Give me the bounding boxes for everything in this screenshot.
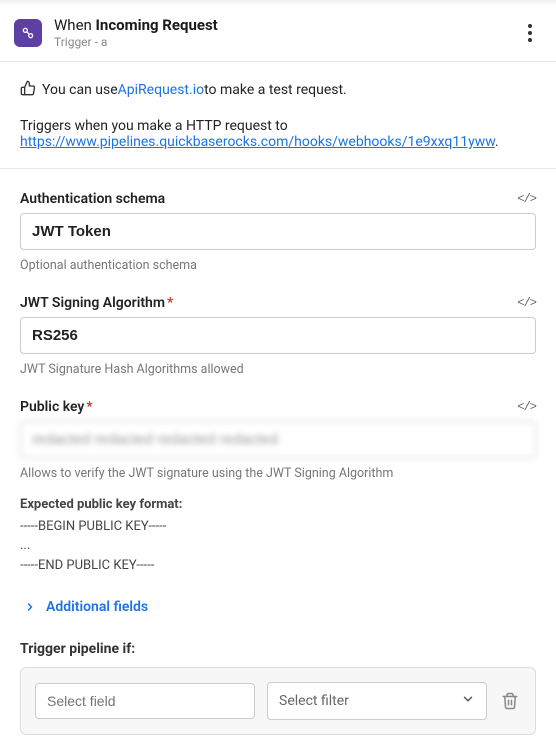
- intro-text-pre: You can use: [42, 82, 118, 98]
- code-toggle-icon[interactable]: </>: [517, 400, 536, 414]
- more-menu-button[interactable]: [518, 20, 542, 46]
- auth-schema-help: Optional authentication schema: [20, 258, 536, 273]
- delete-condition-button[interactable]: [499, 690, 521, 712]
- webhook-icon: [14, 19, 42, 47]
- thumbs-up-icon: [20, 80, 36, 100]
- intro-section: You can use ApiRequest.io to make a test…: [0, 62, 556, 169]
- step-subtitle: Trigger - a: [54, 35, 518, 49]
- jwt-algo-help: JWT Signature Hash Algorithms allowed: [20, 362, 536, 377]
- condition-row: Select filter: [20, 667, 536, 735]
- intro-text-post: to make a test request.: [204, 82, 347, 98]
- trigger-description: Triggers when you make a HTTP request to: [20, 118, 288, 134]
- step-header: When Incoming Request Trigger - a: [0, 6, 556, 62]
- public-key-label: Public key*: [20, 399, 93, 415]
- public-key-input[interactable]: [20, 421, 536, 458]
- auth-schema-input[interactable]: [20, 213, 536, 250]
- jwt-algo-input[interactable]: [20, 317, 536, 354]
- auth-schema-label: Authentication schema: [20, 191, 165, 207]
- trigger-if-label: Trigger pipeline if:: [20, 641, 536, 657]
- step-title: When Incoming Request: [54, 16, 518, 34]
- condition-field-input[interactable]: [35, 683, 255, 719]
- jwt-algo-label: JWT Signing Algorithm*: [20, 295, 173, 311]
- code-toggle-icon[interactable]: </>: [517, 296, 536, 310]
- key-format-block: Expected public key format: -----BEGIN P…: [20, 495, 536, 575]
- public-key-help: Allows to verify the JWT signature using…: [20, 466, 536, 481]
- condition-filter-select[interactable]: Select filter: [267, 682, 487, 720]
- webhook-url-link[interactable]: https://www.pipelines.quickbaserocks.com…: [20, 134, 495, 150]
- chevron-right-icon: [24, 601, 36, 613]
- code-toggle-icon[interactable]: </>: [517, 192, 536, 206]
- api-request-link[interactable]: ApiRequest.io: [118, 82, 204, 98]
- chevron-down-icon: [461, 692, 475, 710]
- additional-fields-toggle[interactable]: Additional fields: [20, 599, 536, 615]
